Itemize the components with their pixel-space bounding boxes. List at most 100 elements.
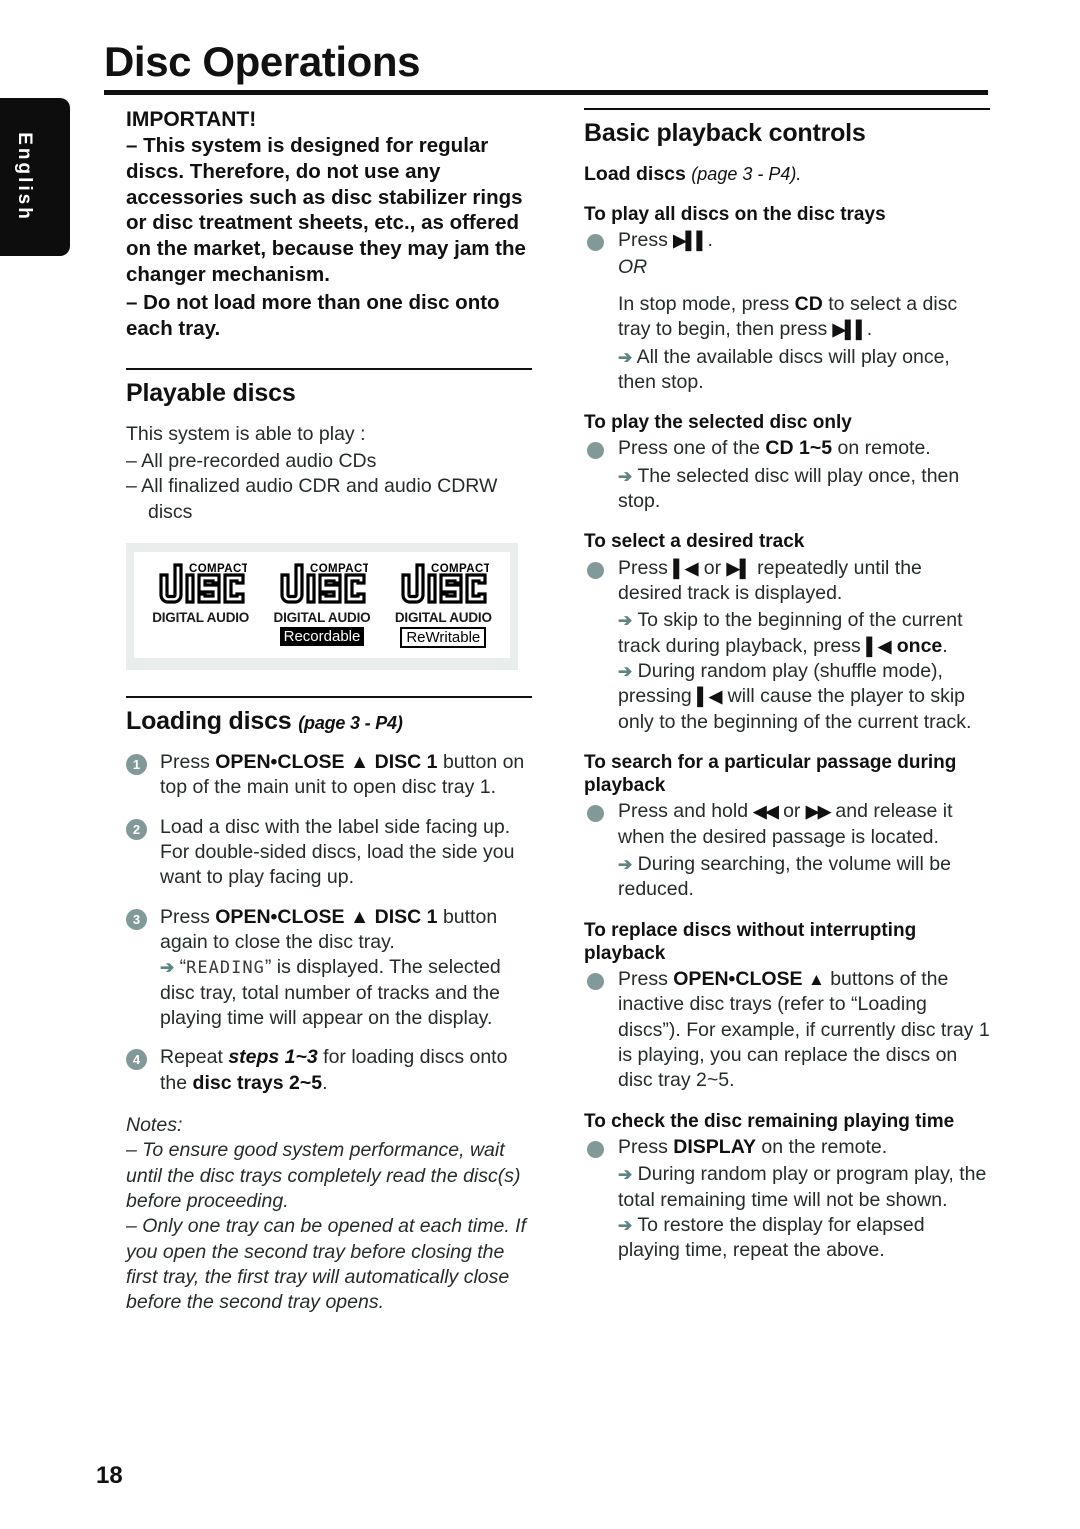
loading-step-4: 4 Repeat steps 1~3 for loading discs ont… bbox=[126, 1045, 532, 1096]
rewind-icon: ◀◀ bbox=[753, 802, 779, 822]
next-track-icon: ▶▌ bbox=[726, 558, 752, 578]
arrow-icon: ➔ bbox=[160, 958, 175, 978]
step-number: 1 bbox=[126, 753, 147, 775]
cd-logo-3-line2: DIGITAL AUDIO bbox=[394, 610, 492, 625]
loading-discs-page-ref: (page 3 - P4) bbox=[298, 712, 403, 733]
compact-disc-rewritable-icon: COMPACT DIGITAL AUDIO ReWritable bbox=[395, 563, 492, 648]
important-block: IMPORTANT! – This system is designed for… bbox=[126, 108, 532, 342]
bullet-text: Press one of the CD 1~5 on remote. bbox=[618, 437, 931, 460]
result-random-program-play: ➔ During random play or program play, th… bbox=[618, 1162, 990, 1213]
bullet-play-all-discs: Press ▶▌▌. OR In stop mode, press CD to … bbox=[584, 228, 990, 395]
previous-track-icon: ▌◀ bbox=[866, 636, 892, 656]
bullet-label: Press bbox=[618, 229, 668, 252]
loading-discs-heading-text: Loading discs bbox=[126, 706, 292, 735]
right-column: Basic playback controls Load discs (page… bbox=[584, 108, 990, 1264]
previous-track-icon: ▌◀ bbox=[673, 558, 699, 578]
bullet-dot-icon bbox=[587, 1140, 604, 1158]
step-number: 4 bbox=[126, 1049, 147, 1071]
arrow-icon: ➔ bbox=[618, 855, 633, 874]
compact-disc-digital-audio-icon: COMPACT DIGITAL AUDIO bbox=[152, 563, 249, 627]
bullet-check-remaining-time: Press DISPLAY on the remote. ➔ During ra… bbox=[584, 1135, 990, 1264]
language-tab-english: English bbox=[0, 98, 70, 256]
bullet-text: Press ▶▌▌. bbox=[618, 229, 713, 252]
page-title: Disc Operations bbox=[104, 38, 421, 85]
notes-block: Notes: – To ensure good system performan… bbox=[126, 1113, 532, 1316]
bullet-text: Press and hold ◀◀ or ▶▶ and release it w… bbox=[618, 800, 953, 848]
bullet-dot-icon bbox=[587, 234, 604, 252]
svg-text:COMPACT: COMPACT bbox=[189, 563, 247, 575]
bullet-text: Press DISPLAY on the remote. bbox=[618, 1135, 888, 1158]
previous-track-icon: ▌◀ bbox=[697, 687, 723, 707]
section-divider bbox=[126, 695, 532, 698]
result-play-selected-disc: ➔ The selected disc will play once, then… bbox=[618, 464, 990, 515]
result-play-all-discs: ➔ All the available discs will play once… bbox=[618, 345, 990, 396]
result-search-volume: ➔ During searching, the volume will be r… bbox=[618, 852, 990, 903]
lcd-reading-text: READING bbox=[186, 958, 265, 979]
play-pause-icon: ▶▌▌ bbox=[673, 231, 708, 251]
result-text: To restore the display for elapsed playi… bbox=[618, 1213, 925, 1262]
result-skip-current-track: ➔ To skip to the beginning of the curren… bbox=[618, 609, 963, 657]
bullet-dot-icon bbox=[587, 561, 604, 579]
left-column: IMPORTANT! – This system is designed for… bbox=[126, 108, 532, 1316]
result-restore-display: ➔ To restore the display for elapsed pla… bbox=[618, 1213, 990, 1264]
playable-discs-item-2: – All finalized audio CDR and audio CDRW… bbox=[126, 475, 498, 523]
step-text: Press OPEN•CLOSE ▲ DISC 1 button again t… bbox=[160, 905, 498, 953]
step-text: Load a disc with the label side facing u… bbox=[160, 815, 515, 889]
result-text: During random play or program play, the … bbox=[618, 1163, 987, 1211]
bullet-dot-icon bbox=[587, 973, 604, 991]
title-divider bbox=[104, 90, 988, 95]
basic-playback-heading: Basic playback controls bbox=[584, 119, 866, 147]
load-discs-label: Load discs bbox=[584, 163, 686, 185]
bullet-play-selected-disc: Press one of the CD 1~5 on remote. ➔ The… bbox=[584, 436, 990, 514]
arrow-icon: ➔ bbox=[618, 661, 633, 681]
cd-logo-3-tag: ReWritable bbox=[400, 626, 487, 648]
play-pause-icon: ▶▌▌ bbox=[832, 320, 868, 340]
step-number: 2 bbox=[126, 818, 147, 840]
or-separator: OR bbox=[618, 256, 648, 279]
bullet-text: Press ▌◀ or ▶▌ repeatedly until the desi… bbox=[618, 556, 922, 604]
important-title: IMPORTANT! bbox=[126, 108, 257, 131]
cd-logo-1-line2: DIGITAL AUDIO bbox=[152, 610, 250, 625]
notes-item-2: – Only one tray can be opened at each ti… bbox=[126, 1215, 526, 1314]
result-text: All the available discs will play once, … bbox=[618, 345, 950, 393]
page-number: 18 bbox=[96, 1462, 123, 1489]
bullet-replace-discs: Press OPEN•CLOSE ▲ buttons of the inacti… bbox=[584, 967, 990, 1094]
playable-discs-section: Playable discs This system is able to pl… bbox=[126, 367, 532, 525]
arrow-icon: ➔ bbox=[618, 1165, 633, 1185]
heading-replace-discs: To replace discs without interrupting pl… bbox=[584, 919, 917, 964]
bullet-search-passage: Press and hold ◀◀ or ▶▶ and release it w… bbox=[584, 799, 990, 902]
loading-step-1: 1 Press OPEN•CLOSE ▲​ DISC 1 button on t… bbox=[126, 750, 532, 801]
step-text: Press OPEN•CLOSE ▲​ DISC 1 button on top… bbox=[160, 750, 525, 799]
heading-select-track: To select a desired track bbox=[584, 531, 805, 553]
load-discs-line: Load discs (page 3 - P4). bbox=[584, 162, 990, 187]
notes-label: Notes: bbox=[126, 1114, 183, 1136]
bullet-dot-icon bbox=[587, 442, 604, 460]
arrow-icon: ➔ bbox=[618, 466, 633, 486]
important-item-2: – Do not load more than one disc onto ea… bbox=[126, 290, 500, 340]
section-divider bbox=[126, 367, 532, 370]
notes-item-1: – To ensure good system performance, wai… bbox=[126, 1139, 521, 1213]
bullet-dot-icon bbox=[587, 805, 604, 823]
section-divider bbox=[584, 108, 990, 110]
heading-play-selected-disc: To play the selected disc only bbox=[584, 412, 852, 434]
svg-text:COMPACT: COMPACT bbox=[431, 563, 489, 575]
eject-icon: ▲ bbox=[807, 970, 825, 990]
heading-play-all-discs: To play all discs on the disc trays bbox=[584, 203, 886, 225]
result-text: The selected disc will play once, then s… bbox=[618, 464, 960, 513]
important-item-1: – This system is designed for regular di… bbox=[126, 134, 526, 287]
arrow-icon: ➔ bbox=[618, 611, 633, 631]
load-discs-page-ref: (page 3 - P4). bbox=[691, 164, 802, 184]
heading-search-passage: To search for a particular passage durin… bbox=[584, 751, 957, 797]
cd-logo-2-line2: DIGITAL AUDIO bbox=[273, 610, 371, 625]
fast-forward-icon: ▶▶ bbox=[805, 802, 831, 822]
result-text: During searching, the volume will be red… bbox=[618, 853, 951, 901]
playable-discs-item-1: – All pre-recorded audio CDs bbox=[126, 449, 377, 472]
bullet-text: Press OPEN•CLOSE ▲ buttons of the inacti… bbox=[618, 968, 990, 1092]
language-tab-label: English bbox=[14, 132, 35, 222]
playable-discs-intro: This system is able to play : bbox=[126, 422, 366, 445]
loading-discs-section: Loading discs (page 3 - P4) 1 Press OPEN… bbox=[126, 695, 532, 1096]
step-3-result: ➔ “READING” is displayed. The selected d… bbox=[160, 956, 501, 1029]
arrow-icon: ➔ bbox=[618, 1215, 633, 1235]
compact-disc-recordable-icon: COMPACT DIGITAL AUDIO Recordable bbox=[274, 563, 371, 646]
svg-text:COMPACT: COMPACT bbox=[310, 563, 368, 575]
